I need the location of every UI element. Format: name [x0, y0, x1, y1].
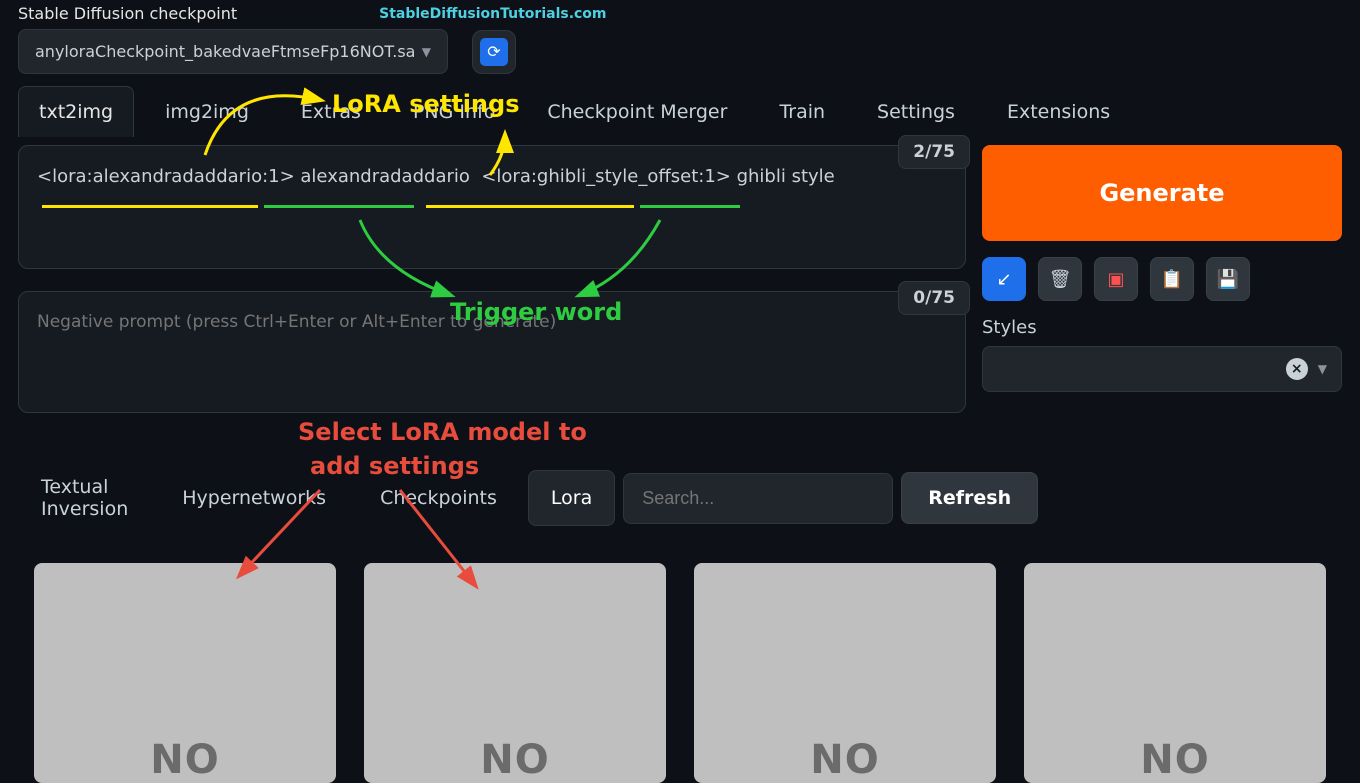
negative-token-count: 0/75	[898, 281, 970, 315]
tab-txt2img[interactable]: txt2img	[18, 86, 134, 137]
checkpoint-value: anyloraCheckpoint_bakedvaeFtmseFp16NOT.s…	[35, 42, 415, 61]
styles-label: Styles	[982, 317, 1342, 338]
site-link[interactable]: StableDiffusionTutorials.com	[379, 6, 606, 22]
prompt-token-count: 2/75	[898, 135, 970, 169]
tab-lora[interactable]: Lora	[528, 470, 615, 526]
negative-prompt-input[interactable]	[18, 291, 966, 413]
lora-card[interactable]: NO	[34, 563, 336, 783]
clipboard-icon: 📋	[1161, 269, 1183, 290]
extra-networks-search[interactable]	[623, 473, 893, 524]
lora-card[interactable]: NO	[364, 563, 666, 783]
tab-checkpoints[interactable]: Checkpoints	[357, 470, 520, 526]
paste-button[interactable]: 📋	[1150, 257, 1194, 301]
clear-prompt-button[interactable]: 🗑	[1038, 257, 1082, 301]
tab-hypernetworks[interactable]: Hypernetworks	[159, 470, 349, 526]
tab-extensions[interactable]: Extensions	[986, 86, 1131, 137]
style-icon: ▣	[1107, 269, 1124, 290]
arrow-icon: ↙	[996, 269, 1011, 290]
lora-card[interactable]: NO	[694, 563, 996, 783]
reload-checkpoint-button[interactable]: ⟳	[472, 30, 516, 74]
save-button[interactable]: 💾	[1206, 257, 1250, 301]
arrow-action-button[interactable]: ↙	[982, 257, 1026, 301]
tab-img2img[interactable]: img2img	[144, 86, 270, 137]
styles-select[interactable]: × ▼	[982, 346, 1342, 392]
generate-button[interactable]: Generate	[982, 145, 1342, 241]
reload-icon: ⟳	[480, 38, 508, 66]
style-save-button[interactable]: ▣	[1094, 257, 1138, 301]
checkpoint-label: Stable Diffusion checkpoint	[18, 4, 237, 23]
lora-card[interactable]: NO	[1024, 563, 1326, 783]
chevron-down-icon: ▼	[422, 45, 431, 59]
tab-settings[interactable]: Settings	[856, 86, 976, 137]
tab-pnginfo[interactable]: PNG Info	[392, 86, 516, 137]
tab-extras[interactable]: Extras	[280, 86, 382, 137]
main-tabs: txt2img img2img Extras PNG Info Checkpoi…	[0, 86, 1360, 137]
trash-icon: 🗑	[1049, 269, 1072, 290]
tab-textual-inversion[interactable]: Textual Inversion	[18, 459, 151, 537]
checkpoint-select[interactable]: anyloraCheckpoint_bakedvaeFtmseFp16NOT.s…	[18, 29, 448, 74]
clear-styles-button[interactable]: ×	[1286, 358, 1308, 380]
tab-train[interactable]: Train	[758, 86, 846, 137]
chevron-down-icon: ▼	[1318, 362, 1327, 376]
tab-checkpoint-merger[interactable]: Checkpoint Merger	[526, 86, 748, 137]
disk-icon: 💾	[1217, 269, 1239, 290]
